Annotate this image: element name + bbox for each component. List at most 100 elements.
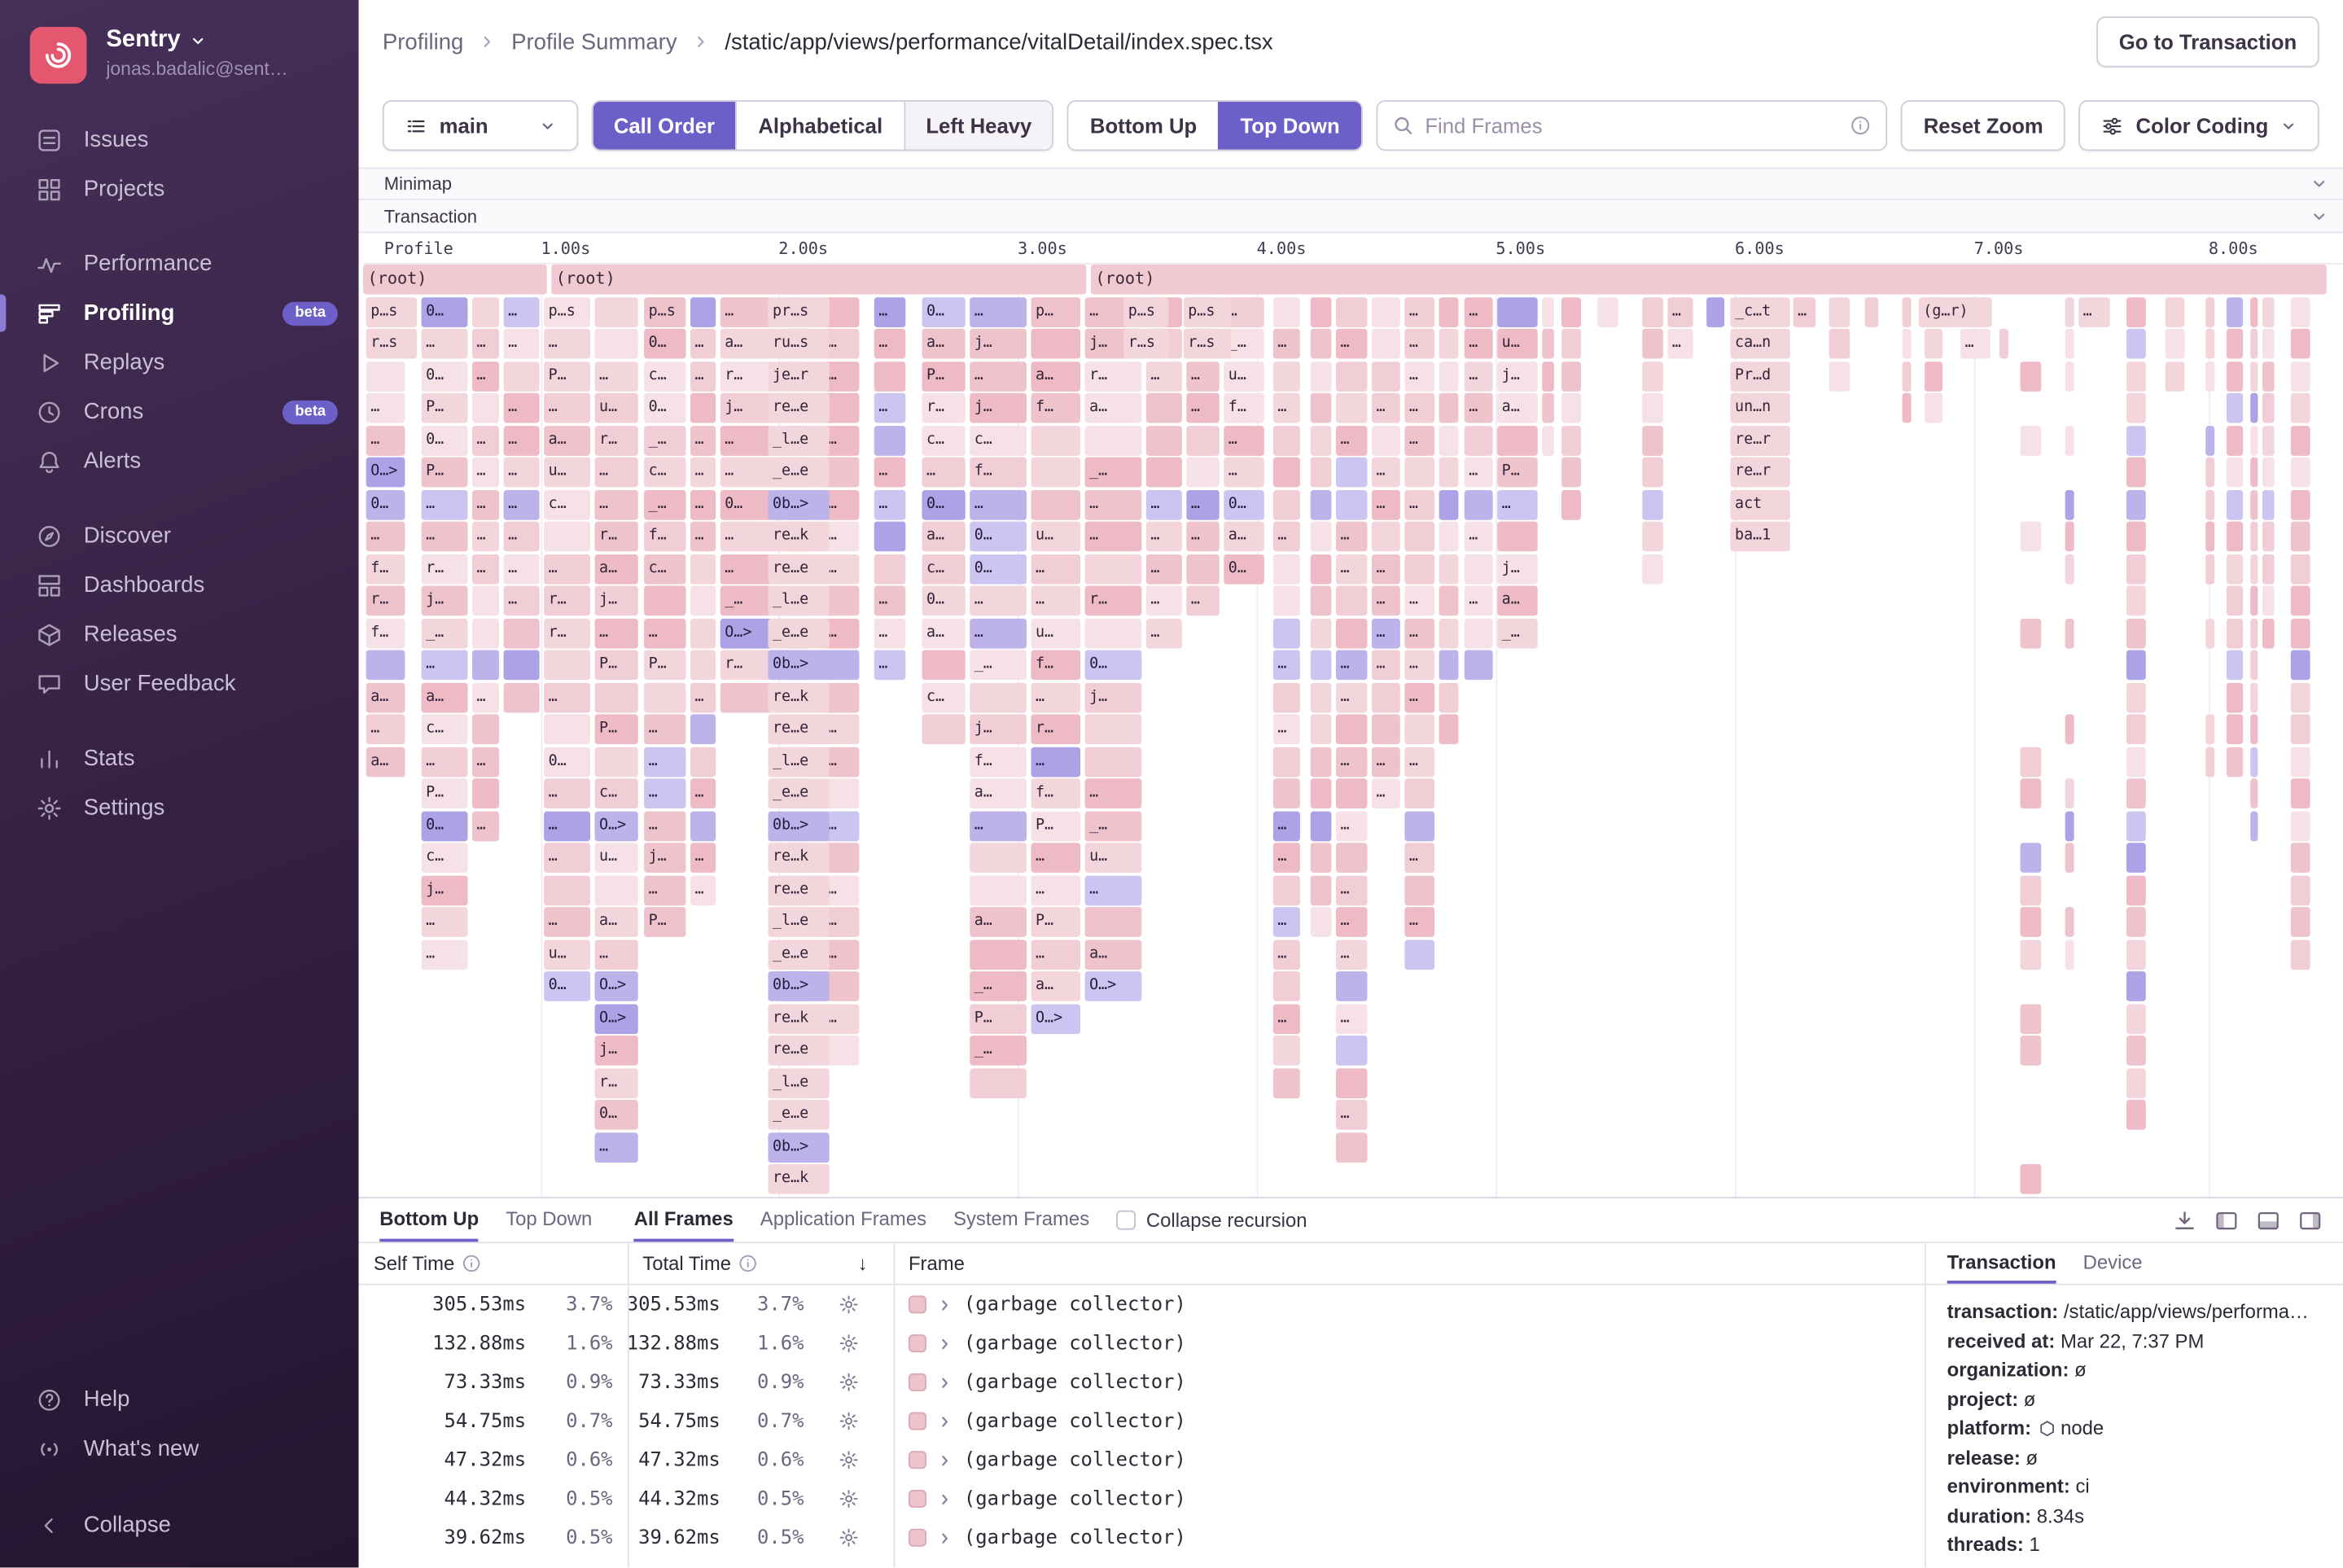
- flame-frame[interactable]: [1311, 650, 1332, 680]
- flame-frame[interactable]: [1031, 329, 1080, 359]
- flame-frame[interactable]: a…: [422, 682, 468, 712]
- flame-frame[interactable]: [1146, 425, 1182, 455]
- flame-frame[interactable]: [1404, 458, 1434, 488]
- flame-frame[interactable]: [1404, 778, 1434, 808]
- flame-frame[interactable]: [644, 586, 685, 616]
- expand-chevron-icon[interactable]: [937, 1374, 953, 1391]
- flame-frame[interactable]: _e…e: [768, 618, 829, 648]
- collapse-recursion-checkbox[interactable]: Collapse recursion: [1116, 1198, 1307, 1242]
- flame-frame[interactable]: [1311, 714, 1332, 744]
- flame-frame[interactable]: …: [1404, 489, 1434, 519]
- flame-frame[interactable]: _l…e: [768, 747, 829, 777]
- flame-frame[interactable]: c…: [422, 843, 468, 873]
- flame-frame[interactable]: [2250, 682, 2258, 712]
- flame-frame[interactable]: [2291, 329, 2310, 359]
- frame-name-cell[interactable]: (garbage collector): [894, 1526, 1925, 1549]
- flame-frame[interactable]: P…: [595, 650, 638, 680]
- flame-frame[interactable]: [690, 586, 716, 616]
- flame-frame[interactable]: [2065, 907, 2074, 937]
- flame-frame[interactable]: [504, 618, 540, 648]
- flame-frame[interactable]: act: [1731, 489, 1790, 519]
- flame-frame[interactable]: …: [1667, 296, 1693, 326]
- flame-frame[interactable]: j…: [595, 1036, 638, 1066]
- flame-frame[interactable]: …: [472, 811, 499, 841]
- flame-frame[interactable]: [544, 714, 590, 744]
- flame-frame[interactable]: [1439, 618, 1459, 648]
- flame-frame[interactable]: …: [1224, 458, 1264, 488]
- flame-frame[interactable]: [2291, 554, 2310, 584]
- flame-frame[interactable]: [2021, 875, 2042, 905]
- flame-frame[interactable]: [1439, 489, 1459, 519]
- flame-frame[interactable]: [2021, 361, 2042, 391]
- flame-frame[interactable]: [1336, 458, 1368, 488]
- flame-frame[interactable]: …: [720, 458, 773, 488]
- flame-frame[interactable]: p…s: [1184, 296, 1232, 326]
- flame-frame[interactable]: [1542, 361, 1554, 391]
- flame-frame[interactable]: [2126, 939, 2146, 970]
- sidebar-item-profiling[interactable]: Profilingbeta: [0, 288, 359, 338]
- flame-frame[interactable]: [1542, 393, 1554, 423]
- flame-frame[interactable]: [874, 554, 906, 584]
- flame-frame[interactable]: [2021, 747, 2042, 777]
- flame-frame[interactable]: r…: [595, 425, 638, 455]
- flame-frame[interactable]: r…: [544, 586, 590, 616]
- flame-frame[interactable]: P…: [1031, 907, 1080, 937]
- flame-frame[interactable]: 0b…>: [768, 489, 829, 519]
- flame-frame[interactable]: [2205, 618, 2214, 648]
- checkbox-box[interactable]: [1116, 1211, 1136, 1230]
- flame-frame[interactable]: O…>: [595, 1004, 638, 1034]
- flame-frame[interactable]: [1336, 1036, 1368, 1066]
- flame-frame[interactable]: u…: [544, 458, 590, 488]
- frame-name-cell[interactable]: (garbage collector): [894, 1410, 1925, 1433]
- flame-frame[interactable]: [2262, 554, 2275, 584]
- flame-frame[interactable]: …: [1336, 682, 1368, 712]
- flame-frame[interactable]: …: [1031, 554, 1080, 584]
- flame-frame[interactable]: [2065, 489, 2074, 519]
- flame-frame[interactable]: [2250, 554, 2258, 584]
- flame-frame[interactable]: [2250, 361, 2258, 391]
- flame-frame[interactable]: [2250, 522, 2258, 552]
- flame-frame[interactable]: u…: [1085, 843, 1142, 873]
- flame-frame[interactable]: …: [690, 682, 716, 712]
- flame-frame[interactable]: …: [1031, 843, 1080, 873]
- flame-frame[interactable]: …: [1273, 393, 1300, 423]
- minimap-section-toggle[interactable]: Minimap: [359, 168, 2343, 200]
- flame-frame[interactable]: [2250, 425, 2258, 455]
- flame-frame[interactable]: [1311, 458, 1332, 488]
- flame-frame[interactable]: a…: [595, 554, 638, 584]
- flame-frame[interactable]: re…k: [768, 1164, 829, 1194]
- flame-frame[interactable]: p…s: [1123, 296, 1168, 326]
- flame-frame[interactable]: [1311, 361, 1332, 391]
- direction-option-top-down[interactable]: Top Down: [1218, 102, 1360, 150]
- flame-frame[interactable]: [1273, 778, 1300, 808]
- sidebar-item-stats[interactable]: Stats: [0, 734, 359, 783]
- tab-bottom-up[interactable]: Bottom Up: [379, 1198, 479, 1242]
- flame-frame[interactable]: …: [720, 522, 773, 552]
- flame-frame[interactable]: [1404, 522, 1434, 552]
- flame-frame[interactable]: …: [970, 811, 1027, 841]
- flame-frame[interactable]: [644, 682, 685, 712]
- flame-frame[interactable]: [2126, 682, 2146, 712]
- flame-frame[interactable]: [2126, 618, 2146, 648]
- flame-frame[interactable]: _…: [970, 971, 1027, 1001]
- flame-frame[interactable]: …: [1031, 875, 1080, 905]
- flame-frame[interactable]: [2291, 682, 2310, 712]
- flame-frame[interactable]: …: [1146, 361, 1182, 391]
- flame-frame[interactable]: [1439, 554, 1459, 584]
- flame-frame[interactable]: [544, 650, 590, 680]
- flame-frame[interactable]: (g…r): [1919, 296, 1992, 326]
- flame-frame[interactable]: …: [1336, 650, 1368, 680]
- flame-frame[interactable]: [2250, 650, 2258, 680]
- expand-chevron-icon[interactable]: [937, 1491, 953, 1507]
- flame-frame[interactable]: …: [422, 522, 468, 552]
- table-row[interactable]: 305.53ms3.7%305.53ms3.7%(garbage collect…: [359, 1285, 1925, 1325]
- flame-frame[interactable]: [2126, 1004, 2146, 1034]
- flame-frame[interactable]: …: [1404, 747, 1434, 777]
- flame-frame[interactable]: …: [1273, 1004, 1300, 1034]
- flame-frame[interactable]: [2291, 650, 2310, 680]
- flame-frame[interactable]: [2227, 554, 2243, 584]
- flame-frame[interactable]: [2205, 714, 2214, 744]
- flame-frame[interactable]: [2262, 361, 2275, 391]
- sidebar-item-releases[interactable]: Releases: [0, 610, 359, 659]
- self-time-header[interactable]: Self Time: [374, 1243, 482, 1284]
